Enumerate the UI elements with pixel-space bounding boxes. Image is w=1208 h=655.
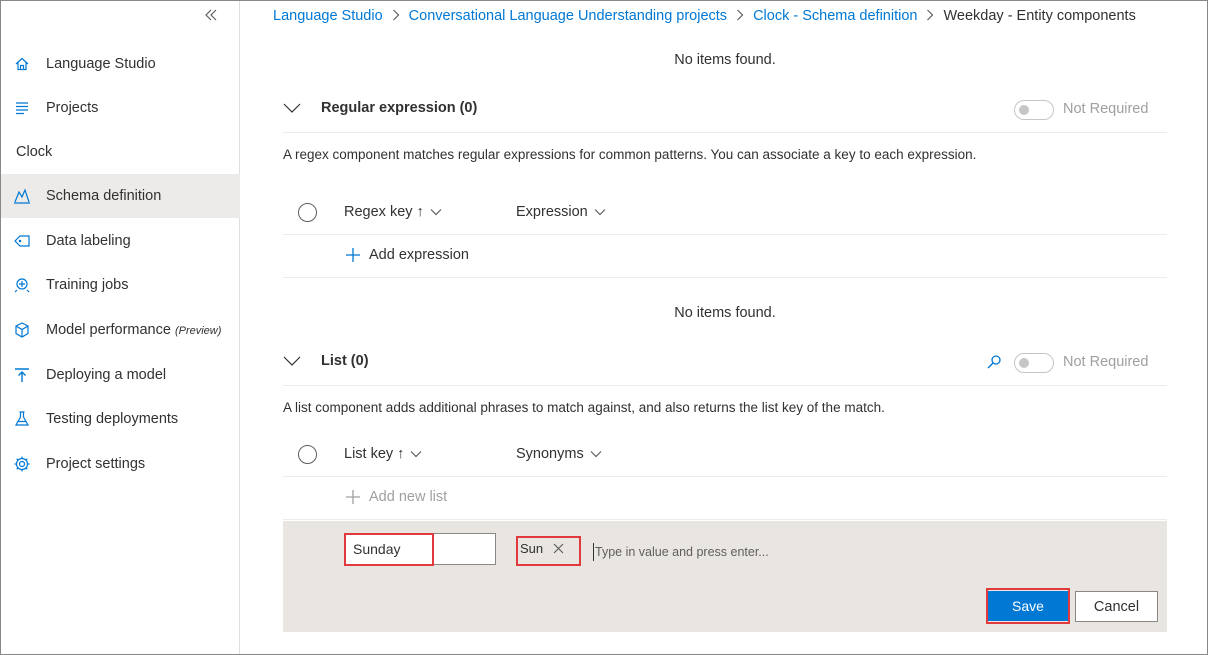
regex-add-row: Add expression (283, 236, 1167, 278)
synonym-input[interactable] (593, 543, 893, 561)
sidebar-item-language-studio[interactable]: Language Studio (1, 42, 240, 86)
chevron-down-icon (590, 451, 602, 458)
sidebar-item-project-settings[interactable]: Project settings (1, 442, 240, 486)
column-header-label: Synonyms (516, 446, 584, 462)
training-icon (13, 276, 31, 294)
plus-icon (346, 248, 360, 262)
synonym-tag: Sun (520, 541, 564, 556)
column-header-label: List key ↑ (344, 446, 405, 462)
add-new-list-label: Add new list (369, 489, 448, 505)
chevron-down-icon (411, 451, 422, 458)
list-section-title: List (0) (321, 353, 369, 369)
project-name-label: Clock (16, 144, 53, 160)
column-header-list-key[interactable]: List key ↑ (344, 446, 422, 462)
sidebar-item-training-jobs[interactable]: Training jobs (1, 263, 240, 307)
regex-empty-message: No items found. (674, 305, 776, 321)
regex-description: A regex component matches regular expres… (283, 147, 977, 162)
sidebar-item-label: Deploying a model (46, 367, 167, 383)
preview-tag: (Preview) (174, 325, 222, 337)
sidebar-item-data-labeling[interactable]: Data labeling (1, 219, 240, 263)
synonym-tag-label: Sun (520, 541, 544, 556)
column-header-regex-key[interactable]: Regex key ↑ (344, 204, 442, 220)
list-icon (13, 99, 31, 117)
breadcrumb-link-schema-definition[interactable]: Clock - Schema definition (753, 8, 917, 24)
sidebar-item-projects[interactable]: Projects (1, 86, 240, 130)
settings-gear-icon (13, 455, 31, 473)
add-new-list-button[interactable]: Add new list (345, 489, 447, 505)
empty-message: No items found. (674, 52, 776, 68)
column-header-label: Expression (516, 204, 588, 220)
sidebar-item-deploying-a-model[interactable]: Deploying a model (1, 353, 240, 397)
flask-icon (13, 410, 31, 428)
sidebar-item-label: Projects (46, 100, 99, 116)
cube-icon (13, 321, 31, 339)
sidebar-item-label: Language Studio (46, 56, 156, 72)
close-icon[interactable] (553, 543, 564, 554)
new-list-edit-panel: Sun Save Cancel (283, 521, 1167, 632)
list-grid-header: List key ↑ Synonyms (283, 433, 1167, 477)
breadcrumb-current: Weekday - Entity components (943, 8, 1136, 24)
sidebar-item-model-performance[interactable]: Model performance (Preview) (1, 308, 240, 352)
chevron-down-icon[interactable] (283, 352, 301, 370)
chevron-down-icon (430, 209, 442, 216)
tag-icon (13, 232, 31, 250)
sidebar-item-label: Model performance (Preview) (46, 322, 222, 338)
breadcrumb-link-language-studio[interactable]: Language Studio (273, 8, 383, 24)
sidebar-item-label: Project settings (46, 456, 146, 472)
search-icon[interactable] (986, 354, 1002, 370)
chevron-down-icon[interactable] (283, 99, 301, 117)
column-header-label: Regex key ↑ (344, 204, 424, 220)
regex-required-toggle[interactable] (1014, 100, 1054, 120)
home-icon (13, 55, 31, 73)
add-expression-label: Add expression (369, 247, 469, 263)
select-all-radio[interactable] (298, 203, 317, 222)
deploy-icon (13, 366, 31, 384)
breadcrumb-link-clu-projects[interactable]: Conversational Language Understanding pr… (409, 8, 727, 24)
select-all-radio[interactable] (298, 445, 317, 464)
save-button[interactable]: Save (988, 591, 1068, 621)
sidebar-item-label: Testing deployments (46, 411, 179, 427)
cancel-button[interactable]: Cancel (1075, 591, 1158, 622)
list-section-header: List (0) Not Required (283, 342, 1167, 386)
sidebar-item-label: Schema definition (46, 188, 162, 204)
toggle-knob (1019, 358, 1029, 368)
list-key-input[interactable] (344, 533, 496, 565)
schema-icon (13, 187, 31, 205)
sidebar-item-schema-definition[interactable]: Schema definition (1, 174, 240, 218)
chevron-right-icon (392, 9, 400, 24)
regex-grid-header: Regex key ↑ Expression (283, 191, 1167, 235)
plus-icon (346, 490, 360, 504)
chevron-right-icon (736, 9, 744, 24)
list-required-toggle[interactable] (1014, 353, 1054, 373)
add-expression-button[interactable]: Add expression (345, 247, 469, 263)
regex-section-title: Regular expression (0) (321, 100, 478, 116)
sidebar-item-label: Data labeling (46, 233, 131, 249)
list-add-row: Add new list (283, 478, 1167, 520)
chevron-right-icon (926, 9, 934, 24)
sidebar-item-testing-deployments[interactable]: Testing deployments (1, 397, 240, 441)
column-header-expression[interactable]: Expression (516, 204, 606, 220)
regex-section-header: Regular expression (0) Not Required (283, 89, 1167, 133)
toggle-knob (1019, 105, 1029, 115)
breadcrumb: Language Studio Conversational Language … (273, 6, 1136, 26)
sidebar-item-label: Training jobs (46, 277, 129, 293)
column-header-synonyms[interactable]: Synonyms (516, 446, 602, 462)
sidebar: Language Studio Projects Clock Schema de… (1, 1, 240, 654)
double-chevron-left-icon[interactable] (201, 7, 221, 27)
chevron-down-icon (594, 209, 606, 216)
list-toggle-label: Not Required (1063, 354, 1149, 370)
regex-toggle-label: Not Required (1063, 101, 1149, 117)
list-description: A list component adds additional phrases… (283, 400, 885, 415)
